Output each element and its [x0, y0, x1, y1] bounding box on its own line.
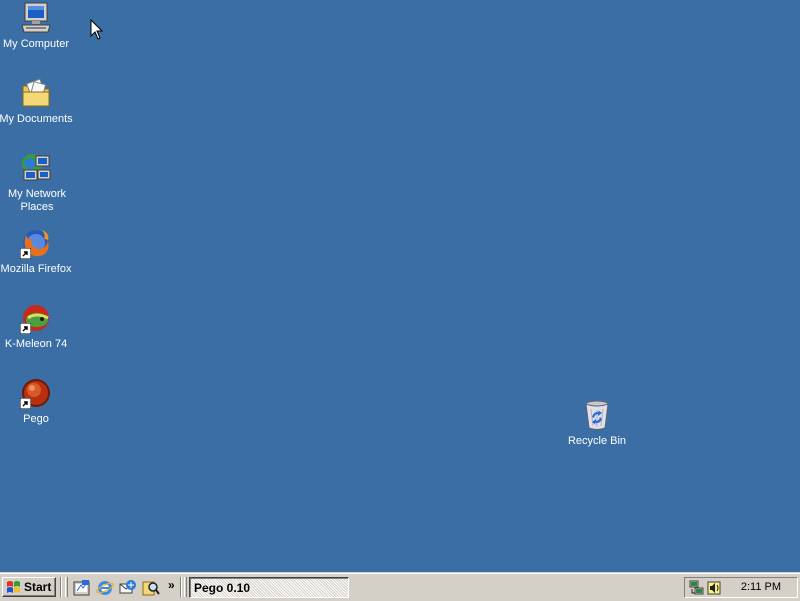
desktop-icon-pego[interactable]: Pego	[0, 377, 74, 426]
task-label: Pego 0.10	[194, 581, 251, 595]
desktop[interactable]: My Computer My Documents My Network Plac…	[0, 0, 800, 572]
quick-launch-grip[interactable]	[65, 577, 68, 597]
system-tray: 2:11 PM	[684, 577, 798, 598]
desktop-icon-label: My Network Places	[7, 188, 67, 213]
pego-icon	[20, 377, 52, 409]
taskbar-separator	[180, 577, 182, 597]
network-icon[interactable]	[689, 580, 705, 596]
search-icon[interactable]	[142, 579, 160, 597]
mouse-cursor-icon	[90, 19, 103, 40]
volume-icon[interactable]	[706, 580, 722, 596]
desktop-icon-recycle-bin[interactable]: Recycle Bin	[559, 399, 635, 448]
k-meleon-icon	[20, 302, 52, 334]
desktop-icon-label: K-Meleon 74	[4, 338, 68, 350]
desktop-icon-my-network-places[interactable]: My Network Places	[0, 152, 74, 214]
my-computer-icon	[20, 2, 52, 34]
clock[interactable]: 2:11 PM	[741, 581, 781, 593]
desktop-icon-label: Recycle Bin	[567, 435, 627, 447]
show-desktop-icon[interactable]	[73, 579, 91, 597]
shortcut-arrow-icon	[20, 248, 31, 259]
start-button[interactable]: Start	[2, 577, 56, 597]
desktop-icon-my-computer[interactable]: My Computer	[0, 2, 74, 51]
internet-explorer-icon[interactable]	[96, 579, 114, 597]
outlook-express-icon[interactable]	[119, 579, 137, 597]
desktop-icon-k-meleon[interactable]: K-Meleon 74	[0, 302, 74, 351]
shortcut-arrow-icon	[20, 398, 31, 409]
taskbar-separator	[60, 577, 62, 597]
my-network-places-icon	[20, 152, 52, 184]
quick-launch-more-button[interactable]: »	[168, 578, 175, 592]
desktop-icon-label: Pego	[23, 413, 49, 425]
taskbar: Start » Pego 0.10 2:11 PM	[0, 572, 800, 601]
windows-logo-icon	[7, 581, 20, 593]
desktop-icon-label: My Computer	[2, 38, 70, 50]
desktop-icon-label: Mozilla Firefox	[0, 263, 72, 275]
taskbar-grip[interactable]	[184, 577, 187, 597]
desktop-icon-mozilla-firefox[interactable]: Mozilla Firefox	[0, 227, 74, 276]
recycle-bin-icon	[581, 399, 613, 431]
firefox-icon	[20, 227, 52, 259]
desktop-icon-label: My Documents	[0, 113, 73, 125]
shortcut-arrow-icon	[20, 323, 31, 334]
my-documents-icon	[20, 77, 52, 109]
start-label: Start	[24, 580, 52, 594]
desktop-icon-my-documents[interactable]: My Documents	[0, 77, 74, 126]
taskbar-button-pego[interactable]: Pego 0.10	[189, 577, 349, 598]
